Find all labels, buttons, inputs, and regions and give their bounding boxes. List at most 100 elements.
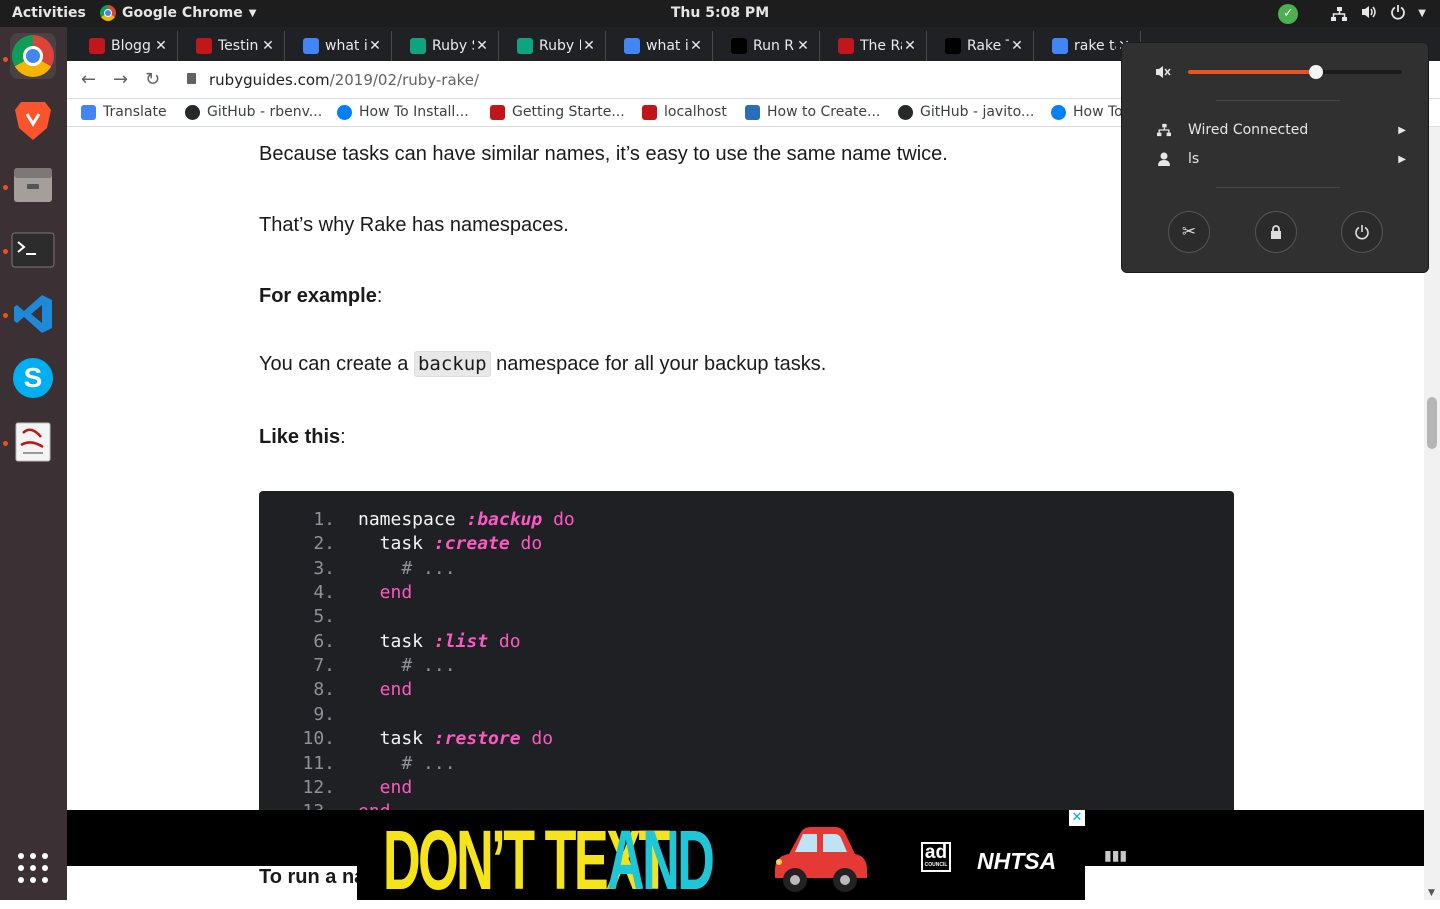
tab-title: rake ta <box>1074 38 1116 54</box>
files-launcher[interactable] <box>10 161 56 207</box>
reload-icon[interactable]: ↻ <box>145 69 160 90</box>
line-number: 2. <box>313 533 335 554</box>
code-keyword: end <box>358 777 413 798</box>
skype-launcher[interactable]: S <box>10 355 56 401</box>
bookmark-item[interactable]: GitHub - rbenv... <box>185 104 322 120</box>
update-check-icon[interactable]: ✓ <box>1278 3 1299 24</box>
line-number: 11. <box>302 753 335 774</box>
tab-title: Ruby I <box>539 38 581 54</box>
scrollbar-thumb[interactable] <box>1427 397 1437 449</box>
code-comment: # ... <box>358 655 456 676</box>
browser-tab[interactable]: Ruby S✕ <box>392 31 499 61</box>
bookmark-label: Getting Starte... <box>512 104 625 120</box>
close-icon[interactable]: ✕ <box>1009 38 1025 54</box>
code-text: task <box>358 631 434 652</box>
chevron-right-icon: ▶ <box>1398 153 1406 165</box>
lock-button[interactable] <box>1255 211 1297 253</box>
tab-favicon-icon <box>410 38 426 54</box>
tab-favicon-icon <box>196 38 212 54</box>
code-keyword: do <box>520 728 554 749</box>
browser-tab[interactable]: what i ✕ <box>606 31 713 61</box>
volume-icon <box>1360 4 1378 24</box>
browser-tab[interactable]: Run R ✕ <box>713 31 820 61</box>
wired-connection-item[interactable]: Wired Connected ▶ <box>1156 122 1406 138</box>
ad-choice-icon[interactable]: ▮▮▮ <box>1104 848 1127 864</box>
code-keyword: do <box>488 631 521 652</box>
code-text: task <box>358 728 434 749</box>
line-number: 13. <box>259 801 335 810</box>
bookmark-item[interactable]: Translate <box>81 104 167 120</box>
ad-headline: AND <box>607 813 715 907</box>
system-top-bar: Activities Google Chrome ▼ Thu 5:08 PM ✓… <box>0 0 1440 27</box>
bold-text: For example <box>259 285 377 307</box>
paragraph: You can create a backup namespace for al… <box>259 351 827 377</box>
ad-close-button[interactable]: ✕ <box>1069 810 1085 826</box>
bookmark-item[interactable]: How To <box>1051 104 1123 120</box>
browser-tab[interactable]: The Ra✕ <box>820 31 927 61</box>
close-icon[interactable]: ✕ <box>795 38 811 54</box>
browser-tab[interactable]: Ruby I ✕ <box>499 31 606 61</box>
code-block: 1. 2. 3. 4. 5. 6. 7. 8. 9. 10. 11. 12. 1… <box>259 491 1234 810</box>
vscode-icon <box>14 295 52 333</box>
terminal-launcher[interactable] <box>10 227 56 273</box>
vscode-launcher[interactable] <box>10 291 56 337</box>
close-icon[interactable]: ✕ <box>153 38 169 54</box>
volume-slider-handle[interactable] <box>1309 65 1324 79</box>
close-icon[interactable]: ✕ <box>902 38 918 54</box>
user-item[interactable]: ls ▶ <box>1156 151 1406 167</box>
paragraph: Like this: <box>259 426 346 449</box>
bookmark-item[interactable]: GitHub - javito... <box>898 104 1034 120</box>
bookmark-item[interactable]: How to Create... <box>745 104 880 120</box>
running-indicator <box>3 249 8 254</box>
bookmark-item[interactable]: Getting Starte... <box>490 104 625 120</box>
tab-favicon-icon <box>838 38 854 54</box>
nhtsa-logo: NHTSA <box>977 848 1057 874</box>
line-number: 1. <box>313 509 335 530</box>
document-viewer-launcher[interactable] <box>10 419 56 465</box>
tab-title: what i <box>325 38 367 54</box>
volume-slider[interactable] <box>1188 65 1402 79</box>
running-indicator <box>3 313 8 318</box>
close-icon[interactable]: ✕ <box>367 38 383 54</box>
line-number: 9. <box>313 704 335 725</box>
close-icon[interactable]: ✕ <box>581 38 597 54</box>
terminal-icon <box>11 232 55 268</box>
brave-launcher[interactable] <box>10 97 56 143</box>
scroll-down-arrow-icon[interactable]: ▼ <box>1428 888 1435 898</box>
bookmark-label: GitHub - javito... <box>920 104 1035 120</box>
line-number: 5. <box>313 606 335 627</box>
show-applications-button[interactable] <box>10 845 56 891</box>
tab-favicon-icon <box>89 38 105 54</box>
power-off-button[interactable] <box>1341 211 1383 253</box>
tab-favicon-icon <box>731 38 747 54</box>
bookmark-label: How To Install... <box>359 104 469 120</box>
text: namespace for all your backup tasks. <box>490 353 827 375</box>
clock[interactable]: Thu 5:08 PM <box>0 5 1440 21</box>
code-line: task :create do <box>358 533 543 554</box>
partial-heading: To run a na <box>259 866 366 888</box>
chrome-launcher[interactable] <box>10 33 56 79</box>
system-tray[interactable]: ✓ ▼ <box>1278 2 1426 25</box>
close-icon[interactable]: ✕ <box>474 38 490 54</box>
browser-tab[interactable]: what i ✕ <box>285 31 392 61</box>
text: : <box>340 426 346 448</box>
back-arrow-icon[interactable]: ← <box>81 69 96 90</box>
advertisement-banner[interactable]: DON’T TEXT AND ad COUNCIL NHTSA ✕ <box>357 810 1085 907</box>
close-icon[interactable]: ✕ <box>260 38 276 54</box>
browser-tab[interactable]: Blogg ✕ <box>71 31 178 61</box>
menu-separator <box>1216 187 1340 188</box>
close-icon[interactable]: ✕ <box>688 38 704 54</box>
ad-council-logo: ad COUNCIL <box>921 842 951 872</box>
bookmark-item[interactable]: How To Install... <box>337 104 469 120</box>
code-symbol: :create <box>433 533 510 554</box>
browser-tab[interactable]: Testin ✕ <box>178 31 285 61</box>
settings-button[interactable]: ✂ <box>1168 211 1210 253</box>
forward-arrow-icon[interactable]: → <box>113 69 128 90</box>
tab-favicon-icon <box>303 38 319 54</box>
bookmark-label: GitHub - rbenv... <box>207 104 323 120</box>
code-symbol: :restore <box>433 728 521 749</box>
browser-tab[interactable]: Rake T✕ <box>927 31 1034 61</box>
line-number: 8. <box>313 679 335 700</box>
line-number: 10. <box>302 728 335 749</box>
bookmark-item[interactable]: localhost <box>642 104 727 120</box>
